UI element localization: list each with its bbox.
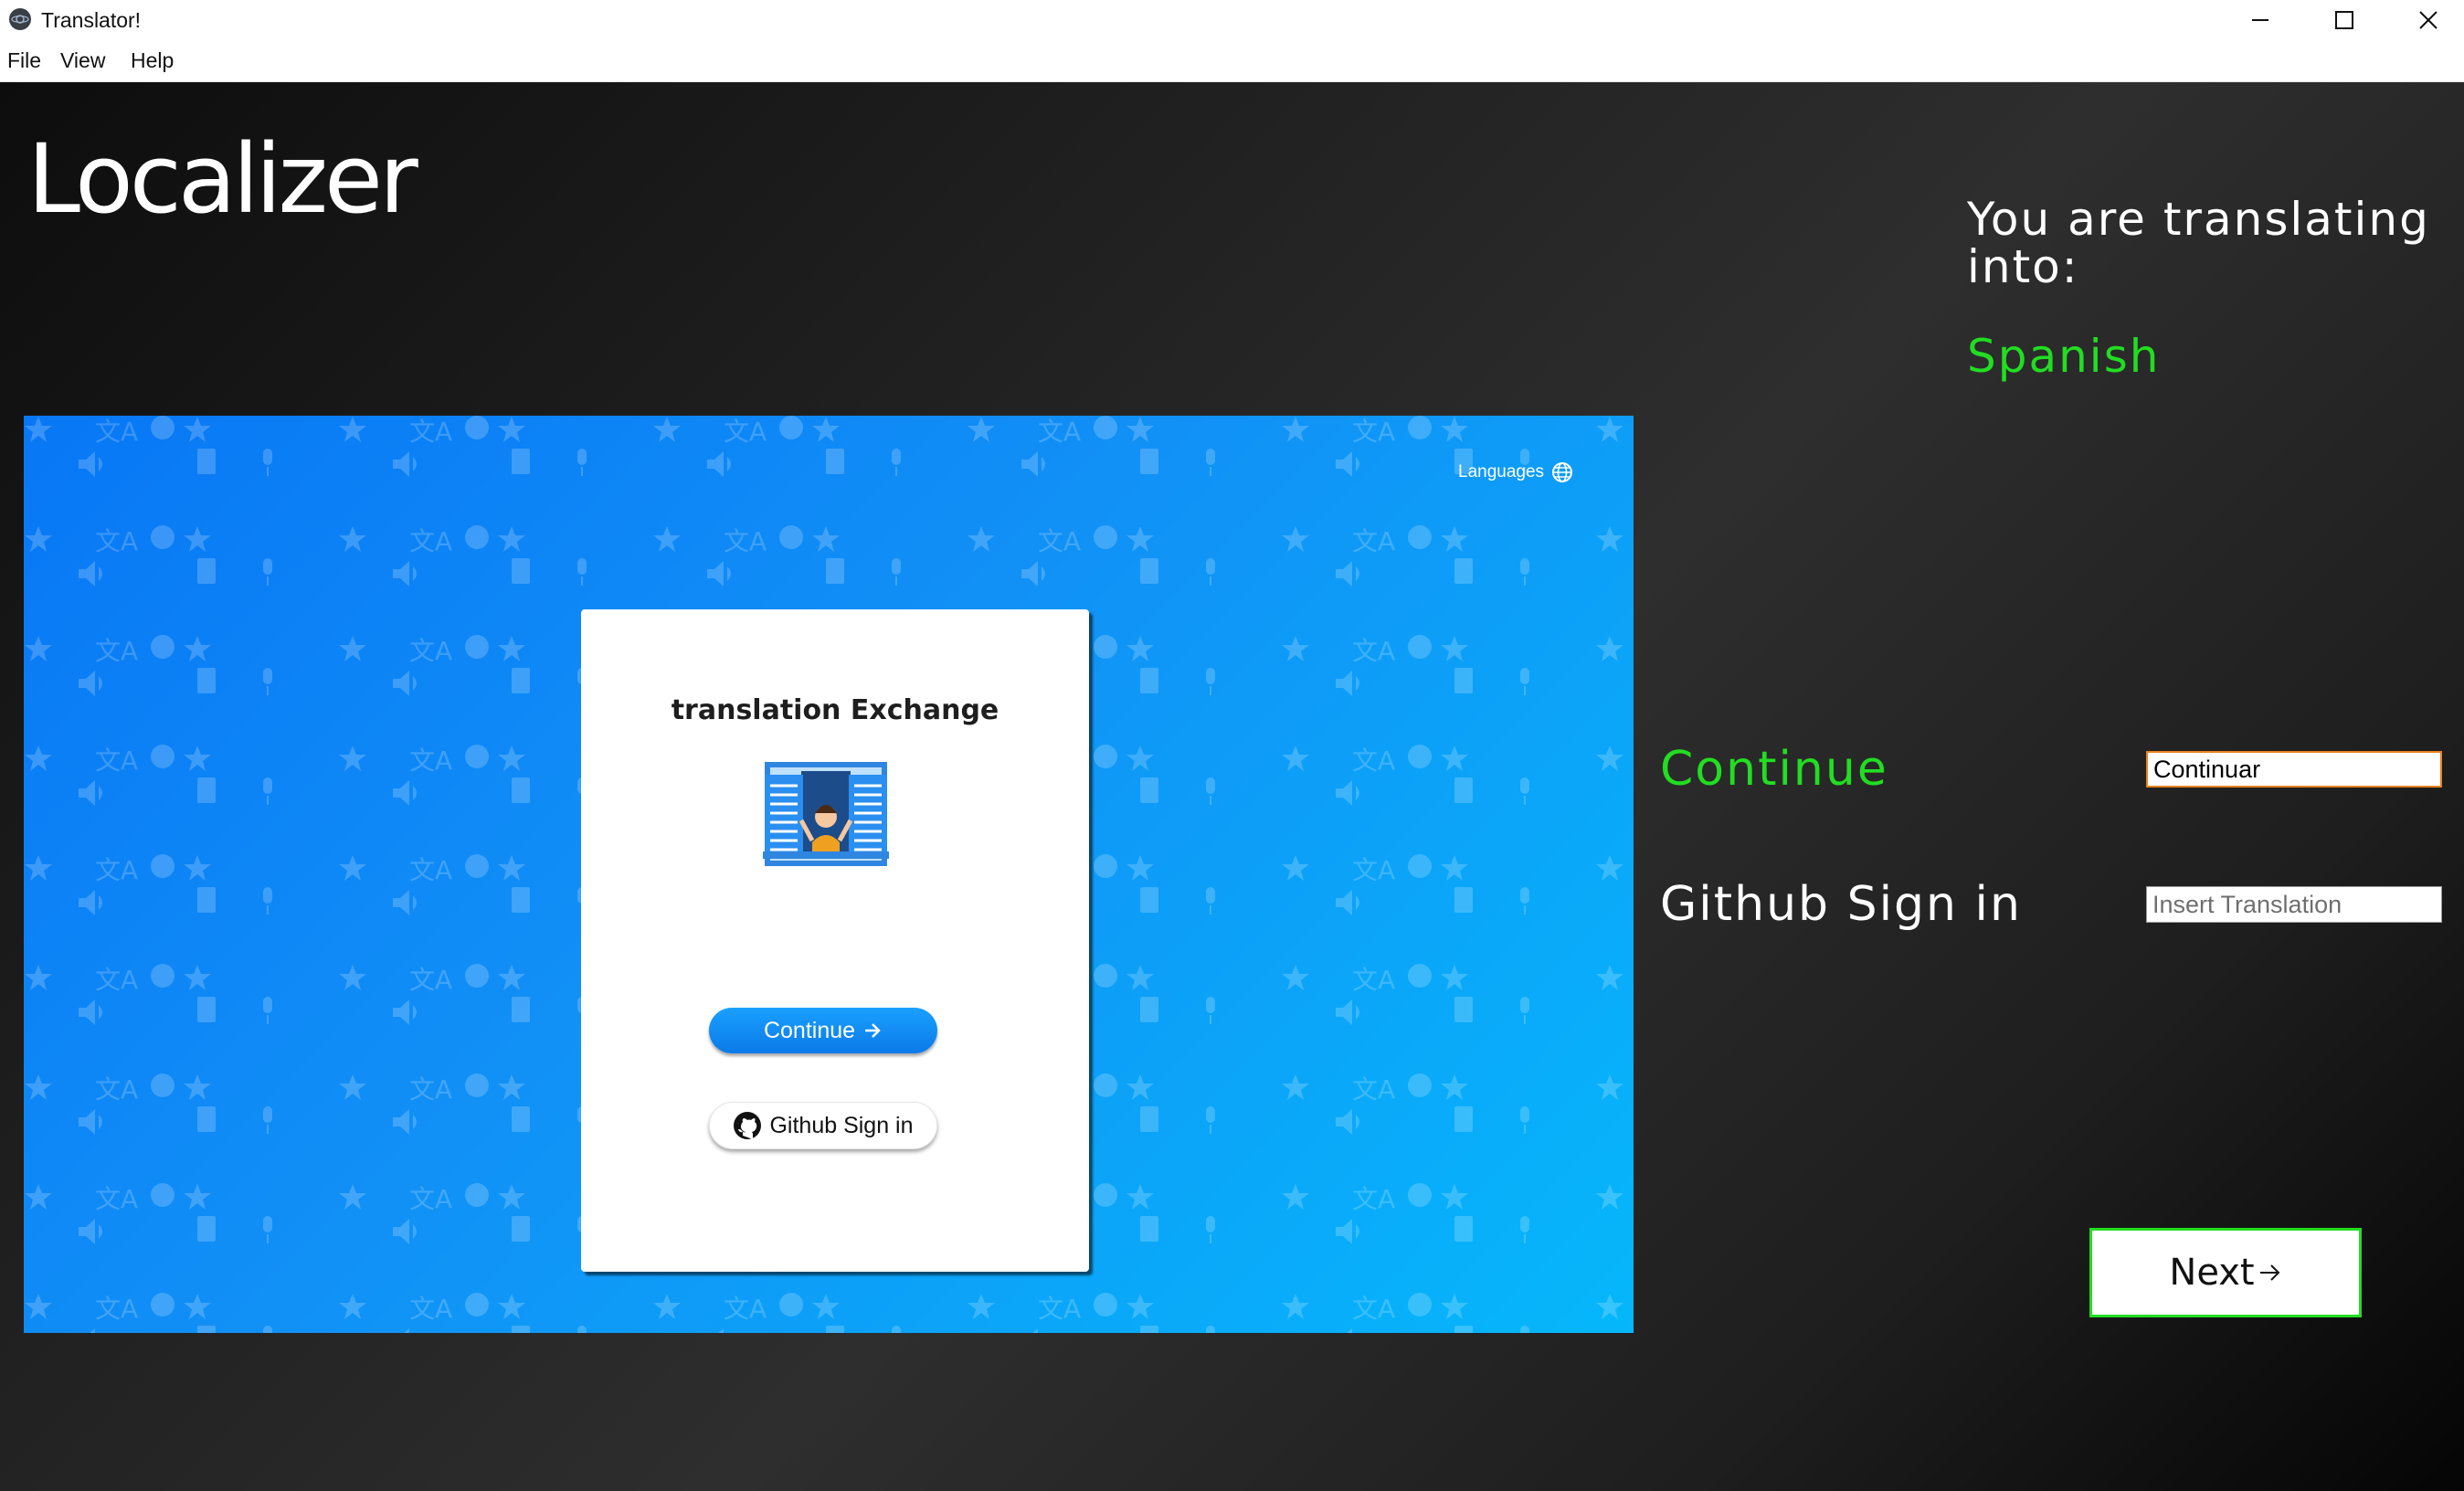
translating-into-label: You are translating into: [1967,193,2430,293]
menu-view[interactable]: View [60,47,105,74]
languages-link[interactable]: Languages [1458,461,1573,483]
window-title: Translator! [41,8,142,32]
card-title: translation Exchange [671,694,999,726]
translation-input-continue[interactable] [2146,751,2442,788]
arrow-right-icon [865,1023,881,1038]
preview-continue-button[interactable]: Continue [709,1008,937,1053]
minimize-button[interactable] [2218,0,2302,39]
arrow-right-icon [2259,1264,2280,1281]
next-button[interactable]: Next [2089,1228,2362,1317]
preview-github-label: Github Sign in [769,1112,914,1138]
minimize-icon [2252,18,2268,21]
globe-icon [1552,462,1573,482]
github-icon [734,1112,762,1139]
maximize-icon [2335,10,2353,29]
title-bar: Translator! [0,0,2464,39]
app-icon [9,8,31,30]
app-logo: Localizer [27,123,418,235]
preview-github-button[interactable]: Github Sign in [709,1102,937,1149]
translation-input-github-sign-in[interactable] [2146,886,2442,923]
app-preview: 文A 文A Languages translation Exchange [24,416,1634,1333]
target-language: Spanish [1967,330,2161,383]
login-card: translation Exchange Continue Github Sig… [581,609,1089,1272]
close-button[interactable] [2386,0,2464,39]
menu-file[interactable]: File [7,47,41,74]
next-label: Next [2169,1252,2255,1294]
menu-help[interactable]: Help [131,47,174,74]
preview-continue-label: Continue [763,1017,856,1043]
window-illustration [759,760,893,870]
source-string-continue: Continue [1660,742,1888,797]
languages-label: Languages [1458,462,1545,481]
maximize-button[interactable] [2302,0,2386,39]
menu-bar: File View Help [0,39,2464,82]
close-icon [2419,10,2438,29]
main-area: Localizer You are translating into: Span… [0,82,2464,1491]
source-string-github-sign-in: Github Sign in [1660,877,2022,932]
